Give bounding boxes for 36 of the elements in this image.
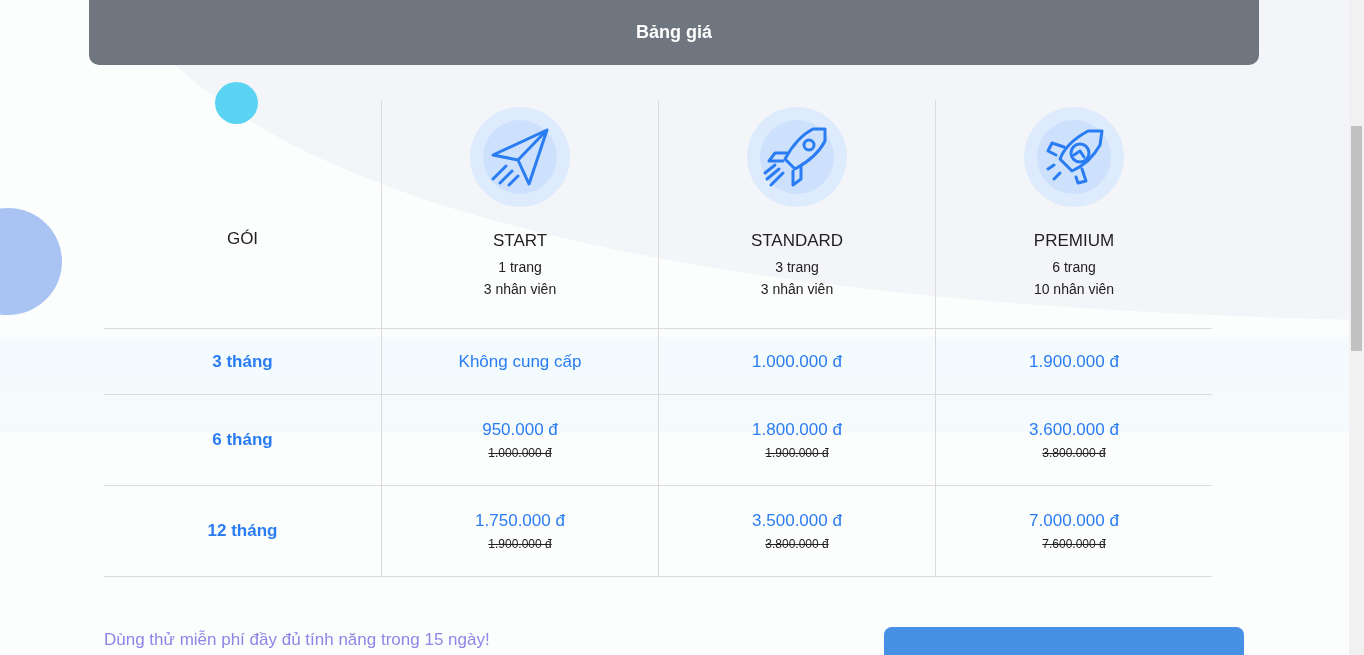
- old-price: 3.800.000 đ: [1042, 446, 1106, 460]
- old-price: 3.800.000 đ: [765, 537, 829, 551]
- price: 1.900.000 đ: [1029, 351, 1119, 372]
- price: 3.600.000 đ: [1029, 420, 1119, 440]
- header-title: Bảng giá: [636, 22, 712, 43]
- plan-pages: 3 trang: [775, 259, 819, 275]
- plan-staff: 10 nhân viên: [1033, 281, 1115, 297]
- paper-plane-icon: [470, 107, 570, 207]
- period-label: 6 tháng: [212, 430, 273, 450]
- old-price: 1.000.000 đ: [488, 446, 552, 460]
- price: 1.750.000 đ: [475, 511, 565, 531]
- price: 7.000.000 đ: [1029, 511, 1119, 531]
- old-price: 1.900.000 đ: [488, 537, 552, 551]
- plan-staff: 3 nhân viên: [760, 281, 834, 297]
- period-label: 12 tháng: [207, 521, 278, 541]
- old-price: 1.900.000 đ: [765, 446, 829, 460]
- plan-name: START: [492, 231, 548, 251]
- rocket-icon: [747, 107, 847, 207]
- cta-button[interactable]: [884, 627, 1244, 655]
- price: 1.800.000 đ: [752, 420, 842, 440]
- price: 1.000.000 đ: [752, 351, 842, 372]
- trial-text: Dùng thử miễn phí đầy đủ tính năng trong 15 ngày!: [104, 630, 490, 650]
- price: 3.500.000 đ: [752, 511, 842, 531]
- scrollbar[interactable]: [1349, 0, 1364, 655]
- old-price: 7.600.000 đ: [1042, 537, 1106, 551]
- price: 950.000 đ: [482, 420, 558, 440]
- scrollbar-thumb[interactable]: [1351, 126, 1362, 351]
- column-header: GÓI: [226, 229, 259, 249]
- plan-name: STANDARD: [750, 231, 844, 251]
- plan-staff: 3 nhân viên: [483, 281, 557, 297]
- plan-pages: 1 trang: [498, 259, 542, 275]
- period-label: 3 tháng: [212, 351, 273, 372]
- plan-name: PREMIUM: [1033, 231, 1115, 251]
- price: Không cung cấp: [458, 351, 582, 372]
- rocket-icon: [1024, 107, 1124, 207]
- plan-pages: 6 trang: [1052, 259, 1096, 275]
